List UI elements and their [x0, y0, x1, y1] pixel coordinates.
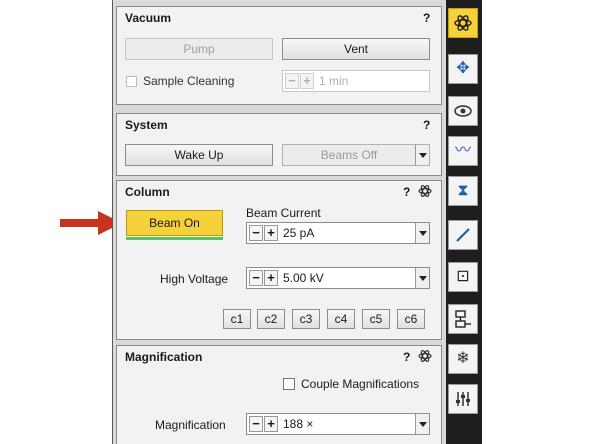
- decrement-icon[interactable]: −: [249, 225, 263, 241]
- hourglass-icon[interactable]: ⧗: [448, 176, 478, 206]
- magnification-label: Magnification: [155, 418, 226, 432]
- increment-icon[interactable]: +: [264, 270, 278, 286]
- needle-icon[interactable]: [448, 220, 478, 250]
- beam-on-button[interactable]: Beam On: [126, 210, 223, 236]
- beams-off-label: Beams Off: [320, 148, 378, 162]
- magnification-dropdown[interactable]: − + 188 ×: [246, 413, 430, 435]
- stage-icon[interactable]: ✥: [448, 54, 478, 84]
- increment-icon[interactable]: +: [264, 416, 278, 432]
- increment-icon[interactable]: +: [264, 225, 278, 241]
- cleaning-time-value: 1 min: [319, 74, 349, 88]
- high-voltage-label: High Voltage: [160, 272, 229, 286]
- vacuum-title: Vacuum: [125, 11, 172, 25]
- high-voltage-dropdown[interactable]: − + 5.00 kV: [246, 267, 430, 289]
- chevron-down-icon[interactable]: [415, 414, 429, 434]
- magnification-section: Magnification ? Couple Magnifications Ma…: [116, 345, 442, 444]
- chevron-down-icon[interactable]: [415, 145, 429, 165]
- beam-current-dropdown[interactable]: − + 25 pA: [246, 222, 430, 244]
- beam-current-value: 25 pA: [283, 226, 315, 240]
- atom-icon: [418, 185, 432, 197]
- column-title: Column: [125, 185, 170, 199]
- decrement-icon[interactable]: −: [285, 73, 299, 89]
- system-help-icon[interactable]: ?: [423, 118, 430, 132]
- sample-cleaning-label: Sample Cleaning: [143, 74, 235, 88]
- magnification-help-icon[interactable]: ?: [403, 350, 410, 364]
- atom-icon[interactable]: [448, 8, 478, 38]
- eye-icon[interactable]: [448, 96, 478, 126]
- increment-icon[interactable]: +: [300, 73, 314, 89]
- sliders-icon[interactable]: [448, 384, 478, 414]
- magnification-title: Magnification: [125, 350, 203, 364]
- high-voltage-value: 5.00 kV: [283, 271, 324, 285]
- atom-icon: [418, 350, 432, 362]
- chevron-down-icon[interactable]: [415, 268, 429, 288]
- vacuum-help-icon[interactable]: ?: [423, 11, 430, 25]
- magnification-value: 188 ×: [283, 417, 314, 431]
- vertical-toolbar: ✥ 〰 ⧗ ⊡ ❄: [446, 0, 482, 444]
- wake-up-button[interactable]: Wake Up: [125, 144, 273, 166]
- chevron-down-icon[interactable]: [415, 223, 429, 243]
- workflow-icon[interactable]: [448, 304, 478, 334]
- sample-cleaning-checkbox[interactable]: [126, 76, 137, 87]
- decrement-icon[interactable]: −: [249, 416, 263, 432]
- preset-c4-button[interactable]: c4: [327, 309, 355, 329]
- column-help-icon[interactable]: ?: [403, 185, 410, 199]
- couple-magnifications-label: Couple Magnifications: [301, 377, 420, 391]
- system-section: System ? Wake Up Beams Off: [116, 113, 442, 176]
- control-panel: Vacuum ? Pump Vent Sample Cleaning − + 1…: [112, 0, 447, 444]
- wave-icon[interactable]: 〰: [448, 136, 478, 166]
- system-title: System: [125, 118, 168, 132]
- preset-c5-button[interactable]: c5: [362, 309, 390, 329]
- cleaning-time-stepper[interactable]: − + 1 min: [282, 70, 430, 92]
- couple-magnifications-checkbox[interactable]: [283, 378, 295, 390]
- decrement-icon[interactable]: −: [249, 270, 263, 286]
- snowflake-icon[interactable]: ❄: [448, 344, 478, 374]
- pump-button[interactable]: Pump: [125, 38, 273, 60]
- vent-button[interactable]: Vent: [282, 38, 430, 60]
- beam-current-label: Beam Current: [246, 206, 321, 220]
- preset-c6-button[interactable]: c6: [397, 309, 425, 329]
- focus-target-icon[interactable]: ⊡: [448, 262, 478, 292]
- preset-c2-button[interactable]: c2: [257, 309, 285, 329]
- beams-off-dropdown[interactable]: Beams Off: [282, 144, 430, 166]
- beam-on-indicator: [126, 237, 223, 240]
- preset-c1-button[interactable]: c1: [223, 309, 251, 329]
- preset-c3-button[interactable]: c3: [292, 309, 320, 329]
- vacuum-section: Vacuum ? Pump Vent Sample Cleaning − + 1…: [116, 6, 442, 105]
